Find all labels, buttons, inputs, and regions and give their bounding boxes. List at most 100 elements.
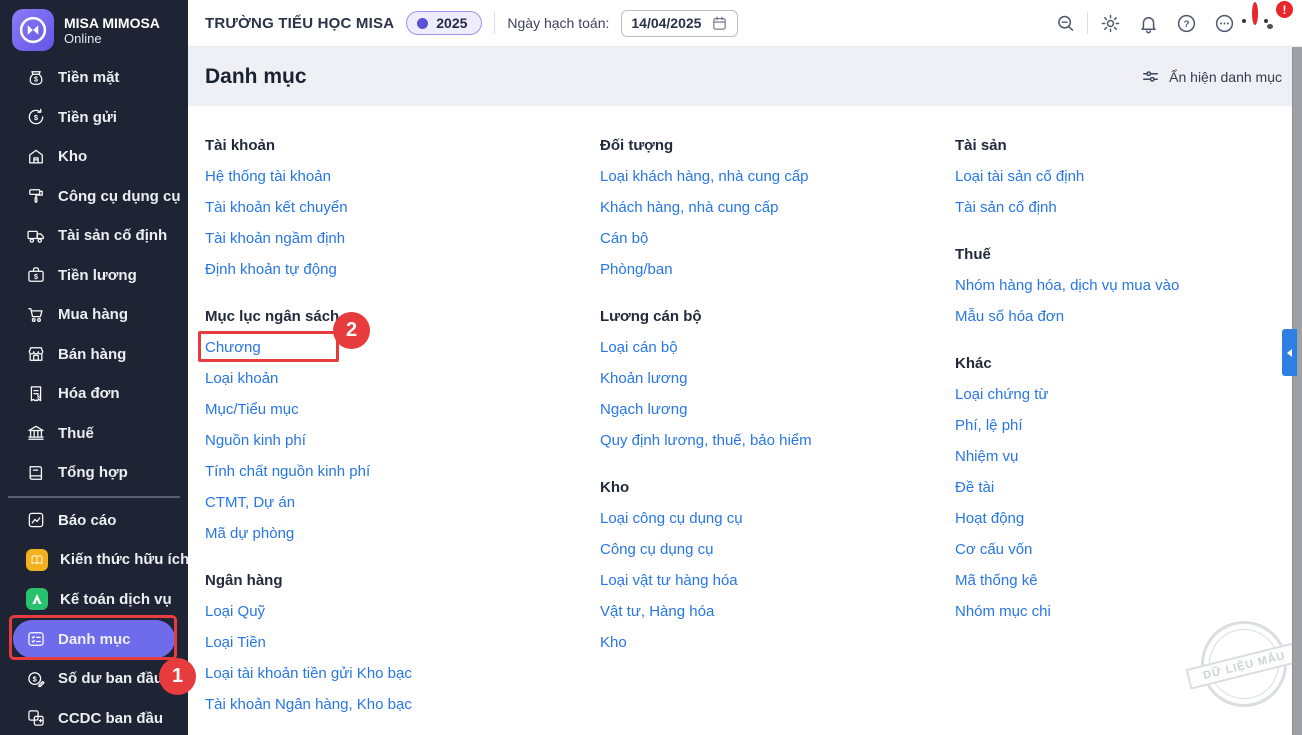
organization-name[interactable]: TRƯỜNG TIỂU HỌC MISA bbox=[205, 15, 394, 32]
category-link[interactable]: Cán bộ bbox=[600, 230, 648, 247]
category-link-row: Loại tài khoản tiền gửi Kho bạc bbox=[205, 658, 600, 689]
category-link[interactable]: Loại cán bộ bbox=[600, 339, 678, 356]
user-avatar[interactable]: ! bbox=[1252, 5, 1288, 41]
category-link[interactable]: Nguồn kinh phí bbox=[205, 432, 306, 449]
settings-gear-icon[interactable] bbox=[1094, 7, 1126, 39]
category-link[interactable]: Loại vật tư hàng hóa bbox=[600, 572, 738, 589]
category-link[interactable]: Định khoản tự động bbox=[205, 261, 337, 278]
sidebar-item-knowledge[interactable]: Kiến thức hữu ích bbox=[0, 540, 188, 580]
quick-search-icon[interactable] bbox=[1049, 7, 1081, 39]
category-link[interactable]: Phí, lệ phí bbox=[955, 417, 1023, 434]
sales-store-icon bbox=[26, 344, 46, 364]
category-link-row: Nhiệm vụ bbox=[955, 441, 1255, 472]
sidebar-nav: $Tiền mặt$Tiền gửiKho Công cụ dụng cụ Tài … bbox=[0, 58, 188, 735]
sidebar-item-tools[interactable]: Công cụ dụng cụ bbox=[0, 177, 188, 217]
sidebar-item-label: Thuế bbox=[58, 425, 94, 442]
sidebar-item-report-chart[interactable]: Báo cáo bbox=[0, 501, 188, 541]
category-link[interactable]: Loại tài khoản tiền gửi Kho bạc bbox=[205, 665, 412, 682]
category-link[interactable]: Mục/Tiểu mục bbox=[205, 401, 299, 418]
category-link[interactable]: Kho bbox=[600, 634, 627, 651]
sidebar-item-fixed-asset-truck[interactable]: Tài sản cố định bbox=[0, 216, 188, 256]
category-link[interactable]: Loại chứng từ bbox=[955, 386, 1048, 403]
sidebar-item-sales-store[interactable]: Bán hàng bbox=[0, 335, 188, 375]
category-link[interactable]: Mẫu số hóa đơn bbox=[955, 308, 1064, 325]
svg-text:$: $ bbox=[37, 394, 40, 400]
category-link[interactable]: CTMT, Dự án bbox=[205, 494, 295, 511]
fiscal-year-selector[interactable]: 2025 bbox=[406, 11, 482, 35]
category-link[interactable]: Quy định lương, thuế, bảo hiểm bbox=[600, 432, 812, 449]
app-logo-row[interactable]: MISA MIMOSA Online bbox=[0, 0, 188, 58]
category-link[interactable]: Mã thống kê bbox=[955, 572, 1038, 589]
category-link[interactable]: Loại Tiền bbox=[205, 634, 266, 651]
salary-briefcase-icon: $ bbox=[26, 265, 46, 285]
sidebar-item-category-list[interactable]: Danh mục bbox=[13, 620, 175, 658]
category-link-row: Cán bộ bbox=[600, 223, 955, 254]
svg-text:$: $ bbox=[34, 113, 39, 122]
category-link[interactable]: Tài khoản kết chuyển bbox=[205, 199, 348, 216]
category-link[interactable]: Tài khoản ngầm định bbox=[205, 230, 345, 247]
category-link[interactable]: Cơ cấu vốn bbox=[955, 541, 1032, 558]
category-link[interactable]: Nhiệm vụ bbox=[955, 448, 1018, 465]
cash-icon: $ bbox=[26, 68, 46, 88]
category-link[interactable]: Nhóm mục chi bbox=[955, 603, 1051, 620]
sidebar-item-ccdc-initial[interactable]: CCDC ban đầu bbox=[0, 699, 188, 735]
sidebar-item-purchase-cart[interactable]: Mua hàng bbox=[0, 295, 188, 335]
category-link-row: Loại vật tư hàng hóa bbox=[600, 565, 955, 596]
category-link[interactable]: Hoạt động bbox=[955, 510, 1024, 527]
svg-text:$: $ bbox=[34, 75, 38, 83]
sidebar-item-label: Tổng hợp bbox=[58, 464, 128, 481]
posting-date-input[interactable]: 14/04/2025 bbox=[621, 10, 738, 37]
year-dot-icon bbox=[417, 18, 428, 29]
category-link[interactable]: Vật tư, Hàng hóa bbox=[600, 603, 714, 620]
category-link[interactable]: Hệ thống tài khoản bbox=[205, 168, 331, 185]
category-link-row: Loại công cụ dụng cụ bbox=[600, 503, 955, 534]
category-link[interactable]: Loại tài sản cố định bbox=[955, 168, 1084, 185]
sidebar-item-salary-briefcase[interactable]: $Tiền lương bbox=[0, 256, 188, 296]
opening-balance-icon: $ bbox=[26, 669, 46, 689]
vertical-scrollbar[interactable] bbox=[1292, 47, 1302, 735]
category-link[interactable]: Tính chất nguồn kinh phí bbox=[205, 463, 370, 480]
sidebar-item-label: Công cụ dụng cụ bbox=[58, 188, 180, 205]
section-title: Ngân hàng bbox=[205, 565, 600, 596]
avatar-photo bbox=[1252, 2, 1258, 25]
category-link[interactable]: Phòng/ban bbox=[600, 261, 673, 278]
sidebar-item-cash[interactable]: $Tiền mặt bbox=[0, 58, 188, 98]
help-icon[interactable]: ? bbox=[1170, 7, 1202, 39]
category-link-row: Quy định lương, thuế, bảo hiểm bbox=[600, 425, 955, 456]
topbar-icon-group: ? ! bbox=[1049, 5, 1288, 41]
category-link[interactable]: Ngạch lương bbox=[600, 401, 687, 418]
category-link[interactable]: Chương bbox=[205, 339, 261, 356]
app-subtitle: Online bbox=[64, 31, 160, 46]
category-link[interactable]: Khoản lương bbox=[600, 370, 687, 387]
category-link-row: Công cụ dụng cụ bbox=[600, 534, 955, 565]
category-link[interactable]: Đề tài bbox=[955, 479, 994, 496]
category-link[interactable]: Công cụ dụng cụ bbox=[600, 541, 713, 558]
category-link[interactable]: Loại công cụ dụng cụ bbox=[600, 510, 743, 527]
collapse-panel-tab[interactable] bbox=[1282, 329, 1297, 376]
category-link[interactable]: Tài khoản Ngân hàng, Kho bạc bbox=[205, 696, 412, 713]
category-section: Tài khoảnHệ thống tài khoảnTài khoản kết… bbox=[205, 130, 600, 285]
sidebar-item-ledger-book[interactable]: Tổng hợp bbox=[0, 453, 188, 493]
category-link[interactable]: Nhóm hàng hóa, dịch vụ mua vào bbox=[955, 277, 1179, 294]
category-link[interactable]: Loại khoản bbox=[205, 370, 278, 387]
category-link[interactable]: Khách hàng, nhà cung cấp bbox=[600, 199, 778, 216]
category-link[interactable]: Loại khách hàng, nhà cung cấp bbox=[600, 168, 809, 185]
sidebar-item-accounting-service[interactable]: Kế toán dịch vụ bbox=[0, 580, 188, 620]
notifications-bell-icon[interactable] bbox=[1132, 7, 1164, 39]
category-link-row: Kho bbox=[600, 627, 955, 658]
sidebar-item-invoice[interactable]: $Hóa đơn bbox=[0, 374, 188, 414]
category-link-row: Loại cán bộ bbox=[600, 332, 955, 363]
category-link[interactable]: Mã dự phòng bbox=[205, 525, 294, 542]
category-section: Lương cán bộLoại cán bộKhoản lươngNgạch … bbox=[600, 301, 955, 456]
annotation-step-2-badge: 2 bbox=[333, 312, 370, 349]
sidebar-item-deposit[interactable]: $Tiền gửi bbox=[0, 98, 188, 138]
sidebar-item-tax-bank[interactable]: Thuế bbox=[0, 414, 188, 454]
category-link-row: Tài khoản ngầm định bbox=[205, 223, 600, 254]
sidebar-item-warehouse[interactable]: Kho bbox=[0, 137, 188, 177]
category-link[interactable]: Tài sản cố định bbox=[955, 199, 1057, 216]
category-link-row: Loại Tiền bbox=[205, 627, 600, 658]
category-link-row: Khoản lương bbox=[600, 363, 955, 394]
category-link[interactable]: Loại Quỹ bbox=[205, 603, 265, 620]
toggle-categories-button[interactable]: Ẩn hiện danh mục bbox=[1141, 67, 1282, 86]
more-options-icon[interactable] bbox=[1208, 7, 1240, 39]
